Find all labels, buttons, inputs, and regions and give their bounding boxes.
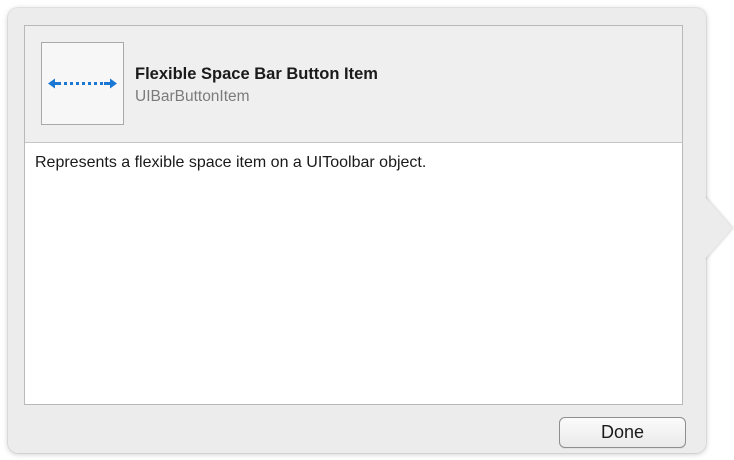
item-detail-panel: Flexible Space Bar Button Item UIBarButt…: [24, 25, 683, 405]
item-class-name: UIBarButtonItem: [135, 88, 250, 105]
item-description: Represents a flexible space item on a UI…: [35, 154, 427, 171]
item-header: Flexible Space Bar Button Item UIBarButt…: [25, 26, 682, 143]
done-button[interactable]: Done: [559, 417, 686, 448]
popover-arrow: [704, 196, 732, 260]
library-item-popover: Flexible Space Bar Button Item UIBarButt…: [8, 8, 706, 453]
item-thumbnail: [41, 42, 124, 125]
flexible-space-arrows-icon: [48, 78, 117, 89]
item-title: Flexible Space Bar Button Item: [135, 65, 378, 83]
stage: Flexible Space Bar Button Item UIBarButt…: [0, 0, 734, 460]
